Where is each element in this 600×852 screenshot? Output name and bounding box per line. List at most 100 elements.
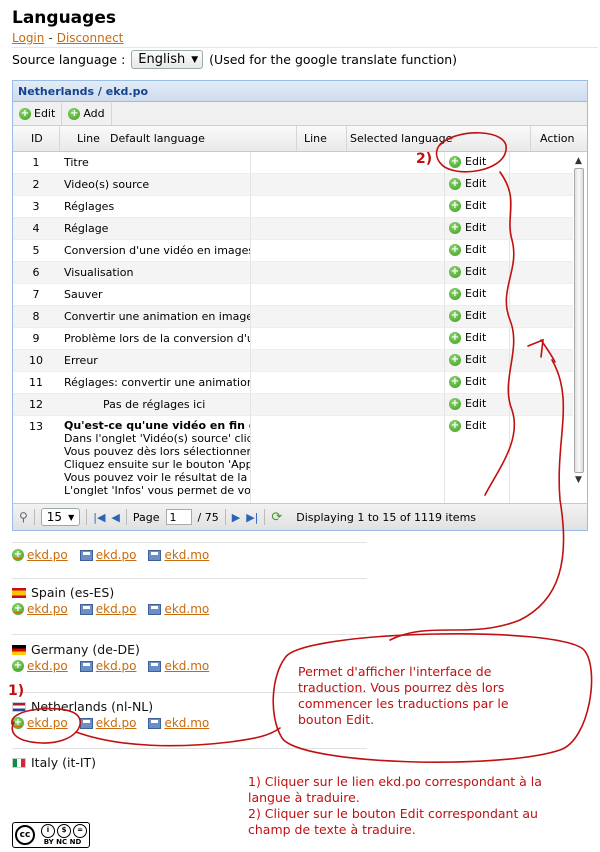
row-edit-label: Edit xyxy=(465,243,487,256)
add-circle-icon: + xyxy=(449,155,461,168)
table-row[interactable]: 2 Video(s) source + Edit xyxy=(13,174,573,196)
po-file-link[interactable]: + ekd.po xyxy=(12,602,68,616)
row-edit-button[interactable]: + Edit xyxy=(449,243,486,256)
table-row[interactable]: 9 Problème lors de la conversion d'une vi… xyxy=(13,328,573,350)
save-icon xyxy=(148,549,162,561)
language-section-netherlands: Netherlands (nl-NL) + ekd.po ekd.po ekd.m… xyxy=(12,699,209,730)
section-divider xyxy=(12,542,367,543)
cell-divider xyxy=(509,394,510,415)
row-edit-button[interactable]: + Edit xyxy=(449,419,486,432)
table-row[interactable]: 13 Qu'est-ce qu'une vidéo en fin de comp… xyxy=(13,416,573,503)
row-id: 2 xyxy=(32,178,40,191)
table-row[interactable]: 1 Titre + Edit xyxy=(13,152,573,174)
refresh-icon[interactable]: ⟳ xyxy=(271,510,282,525)
col-divider xyxy=(59,126,60,151)
page-number-input[interactable]: 1 xyxy=(165,509,192,525)
row-edit-button[interactable]: + Edit xyxy=(449,397,486,410)
row-edit-button[interactable]: + Edit xyxy=(449,353,486,366)
row-edit-button[interactable]: + Edit xyxy=(449,199,486,212)
next-page-icon[interactable]: ▶ xyxy=(232,511,240,524)
row-edit-button[interactable]: + Edit xyxy=(449,155,486,168)
table-row[interactable]: 11 Réglages: convertir une animation en i… xyxy=(13,372,573,394)
download-po-link[interactable]: ekd.po xyxy=(79,659,136,673)
cell-divider xyxy=(250,372,251,393)
flag-spain-icon xyxy=(12,587,26,598)
disconnect-link[interactable]: Disconnect xyxy=(57,31,124,45)
row-text-line: L'onglet 'Infos' vous permet de voir les xyxy=(64,484,250,497)
login-link[interactable]: Login xyxy=(12,31,44,45)
source-language-note: (Used for the google translate function) xyxy=(209,52,458,67)
first-page-icon[interactable]: |◀ xyxy=(93,511,105,524)
table-row[interactable]: 4 Réglage + Edit xyxy=(13,218,573,240)
chevron-up-icon[interactable]: ▲ xyxy=(572,156,585,166)
magnifier-icon[interactable]: ⚲ xyxy=(19,510,28,524)
download-mo-link[interactable]: ekd.mo xyxy=(148,659,209,673)
license-badge[interactable]: cc i $ = BY NC ND xyxy=(12,822,90,848)
chevron-down-icon[interactable]: ▼ xyxy=(572,475,585,485)
row-text: Réglage xyxy=(64,222,109,235)
table-row[interactable]: 6 Visualisation + Edit xyxy=(13,262,573,284)
toolbar-add-button[interactable]: + Add xyxy=(62,102,112,125)
row-text: Sauver xyxy=(64,288,103,301)
last-page-icon[interactable]: ▶| xyxy=(246,511,258,524)
source-language-select[interactable]: English ▼ xyxy=(131,50,204,69)
page-size-select[interactable]: 15 ▼ xyxy=(40,508,81,526)
po-file-link[interactable]: + ekd.po xyxy=(12,716,68,730)
toolbar-edit-button[interactable]: + Edit xyxy=(13,102,63,125)
row-edit-label: Edit xyxy=(465,309,487,322)
cell-divider xyxy=(509,174,510,195)
language-name: Spain (es-ES) xyxy=(31,585,115,600)
add-circle-icon: + xyxy=(449,221,461,234)
add-circle-icon: + xyxy=(449,265,461,278)
table-row[interactable]: 3 Réglages + Edit xyxy=(13,196,573,218)
cell-divider xyxy=(250,174,251,195)
row-text: Video(s) source xyxy=(64,178,150,191)
download-mo-link[interactable]: ekd.mo xyxy=(148,602,209,616)
download-po-link[interactable]: ekd.po xyxy=(79,716,136,730)
row-edit-label: Edit xyxy=(465,155,487,168)
chevron-down-icon: ▼ xyxy=(68,512,75,522)
file-links: + ekd.po ekd.po ekd.mo xyxy=(12,659,209,673)
add-circle-icon: + xyxy=(68,107,81,120)
grid-rows: 1 Titre + Edit 2 Video(s) source + Edit 3 Réglage… xyxy=(13,152,587,503)
download-po-link[interactable]: ekd.po xyxy=(79,602,136,616)
save-icon xyxy=(79,660,93,672)
row-edit-button[interactable]: + Edit xyxy=(449,287,486,300)
vertical-scrollbar[interactable]: ▲ ▼ xyxy=(572,156,585,499)
row-edit-button[interactable]: + Edit xyxy=(449,221,486,234)
download-po-link[interactable]: ekd.po xyxy=(79,548,136,562)
row-edit-button[interactable]: + Edit xyxy=(449,331,486,344)
download-mo-link[interactable]: ekd.mo xyxy=(148,548,209,562)
col-line-2[interactable]: Line xyxy=(304,132,327,145)
row-edit-button[interactable]: + Edit xyxy=(449,265,486,278)
col-id[interactable]: ID xyxy=(31,132,43,145)
row-edit-button[interactable]: + Edit xyxy=(449,177,486,190)
table-row[interactable]: 12 Pas de réglages ici + Edit xyxy=(13,394,573,416)
table-row[interactable]: 7 Sauver + Edit xyxy=(13,284,573,306)
col-default-language[interactable]: Default language xyxy=(110,132,205,145)
po-file-link[interactable]: + ekd.po xyxy=(12,659,68,673)
scrollbar-thumb[interactable] xyxy=(573,168,584,473)
col-line[interactable]: Line xyxy=(77,132,100,145)
row-edit-button[interactable]: + Edit xyxy=(449,375,486,388)
grid-header: ID Line Default language Line Selected l… xyxy=(13,126,587,152)
col-action[interactable]: Action xyxy=(540,132,574,145)
cell-divider xyxy=(444,372,445,393)
table-row[interactable]: 5 Conversion d'une vidéo en images + Edit xyxy=(13,240,573,262)
language-section-italy: Italy (it-IT) xyxy=(12,755,96,770)
download-mo-label: ekd.mo xyxy=(164,548,210,562)
row-text: Problème lors de la conversion d'une vi xyxy=(64,332,250,345)
download-mo-link[interactable]: ekd.mo xyxy=(148,716,209,730)
row-edit-label: Edit xyxy=(465,397,487,410)
prev-page-icon[interactable]: ◀ xyxy=(111,511,119,524)
po-file-link[interactable]: + ekd.po xyxy=(12,548,68,562)
table-row[interactable]: 8 Convertir une animation en images + Edit xyxy=(13,306,573,328)
pager-divider xyxy=(125,509,127,525)
nc-icon: $ xyxy=(57,824,71,838)
row-edit-button[interactable]: + Edit xyxy=(449,309,486,322)
col-selected-language[interactable]: Selected language xyxy=(350,132,452,145)
table-row[interactable]: 10 Erreur + Edit xyxy=(13,350,573,372)
cell-divider xyxy=(250,306,251,327)
toolbar-add-label: Add xyxy=(83,107,105,120)
row-id: 3 xyxy=(32,200,40,213)
